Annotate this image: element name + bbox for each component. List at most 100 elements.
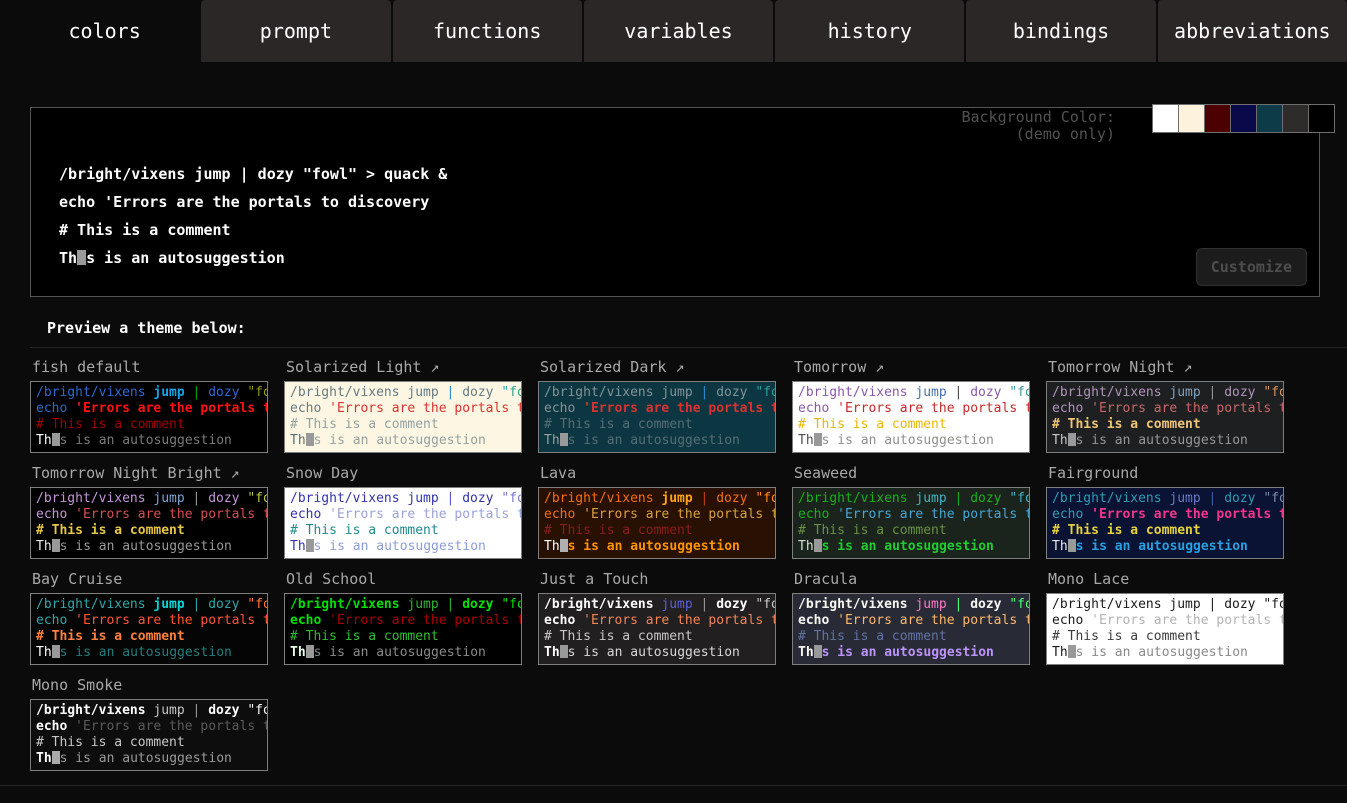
theme-preview[interactable]: /bright/vixens jump | dozy "fowl" > quac… [1046,593,1284,665]
customize-button[interactable]: Customize [1196,248,1307,286]
demo-line-quote: echo 'Errors are the portals to discover… [59,188,1319,216]
theme-title: Lava [540,464,776,482]
preview-line: echo 'Errors are the portals to discover… [1052,507,1278,523]
theme-card-tomorrow-night[interactable]: Tomorrow Night ↗ /bright/vixens jump | do… [1046,358,1284,453]
theme-title: Mono Smoke [32,676,268,694]
preview-line: # This is a comment [1052,629,1278,645]
preview-line: /bright/vixens jump | dozy "fowl" > quac… [798,597,1024,613]
theme-card-fairground[interactable]: Fairground/bright/vixens jump | dozy "fo… [1046,464,1284,559]
theme-title: Just a Touch [540,570,776,588]
bg-swatch-6[interactable] [1308,104,1335,133]
theme-card-mono-smoke[interactable]: Mono Smoke/bright/vixens jump | dozy "fo… [30,676,268,771]
tab-bindings[interactable]: bindings [966,0,1155,62]
preview-line: echo 'Errors are the portals to discover… [798,401,1024,417]
theme-card-old-school[interactable]: Old School/bright/vixens jump | dozy "fo… [284,570,522,665]
cursor-block [306,433,314,446]
theme-card-snow-day[interactable]: Snow Day/bright/vixens jump | dozy "fowl… [284,464,522,559]
theme-title: Mono Lace [1048,570,1284,588]
theme-preview[interactable]: /bright/vixens jump | dozy "fowl" > quac… [792,593,1030,665]
theme-title[interactable]: Solarized Light ↗ [286,358,522,376]
preview-line: Ths is an autosuggestion [290,433,516,449]
preview-line: Ths is an autosuggestion [290,645,516,661]
bg-swatch-0[interactable] [1152,104,1179,133]
theme-preview[interactable]: /bright/vixens jump | dozy "fowl" > quac… [284,381,522,453]
preview-line: # This is a comment [290,417,516,433]
bg-swatch-5[interactable] [1282,104,1309,133]
preview-heading: Preview a theme below: [47,319,1347,337]
bg-swatch-3[interactable] [1230,104,1257,133]
theme-preview[interactable]: /bright/vixens jump | dozy "fowl" > quac… [538,593,776,665]
theme-preview[interactable]: /bright/vixens jump | dozy "fowl" > quac… [284,487,522,559]
theme-card-just-a-touch[interactable]: Just a Touch/bright/vixens jump | dozy "… [538,570,776,665]
preview-line: # This is a comment [36,523,262,539]
background-color-label: Background Color: (demo only) [961,109,1115,143]
bg-swatch-1[interactable] [1178,104,1205,133]
theme-title[interactable]: Tomorrow ↗ [794,358,1030,376]
preview-line: Ths is an autosuggestion [798,539,1024,555]
theme-preview[interactable]: /bright/vixens jump | dozy "fowl" > quac… [792,381,1030,453]
preview-line: # This is a comment [544,523,770,539]
preview-line: echo 'Errors are the portals to discover… [1052,401,1278,417]
theme-preview[interactable]: /bright/vixens jump | dozy "fowl" > quac… [30,699,268,771]
theme-card-solarized-light[interactable]: Solarized Light ↗ /bright/vixens jump | d… [284,358,522,453]
theme-preview[interactable]: /bright/vixens jump | dozy "fowl" > quac… [792,487,1030,559]
theme-card-dracula[interactable]: Dracula/bright/vixens jump | dozy "fowl"… [792,570,1030,665]
tab-colors[interactable]: colors [10,0,199,62]
preview-line: echo 'Errors are the portals to discover… [290,401,516,417]
theme-title[interactable]: Tomorrow Night ↗ [1048,358,1284,376]
preview-line: echo 'Errors are the portals to discover… [544,613,770,629]
theme-preview[interactable]: /bright/vixens jump | dozy "fowl" > quac… [30,381,268,453]
theme-preview[interactable]: /bright/vixens jump | dozy "fowl" > quac… [1046,487,1284,559]
demo-line-autosuggestion: Ths is an autosuggestion [59,244,1319,272]
preview-line: /bright/vixens jump | dozy "fowl" > quac… [290,385,516,401]
cursor-block [814,433,822,446]
theme-card-solarized-dark[interactable]: Solarized Dark ↗ /bright/vixens jump | do… [538,358,776,453]
preview-line: Ths is an autosuggestion [1052,539,1278,555]
preview-line: echo 'Errors are the portals to discover… [544,507,770,523]
background-swatches [1153,104,1335,133]
theme-card-bay-cruise[interactable]: Bay Cruise/bright/vixens jump | dozy "fo… [30,570,268,665]
preview-line: # This is a comment [290,523,516,539]
theme-preview[interactable]: /bright/vixens jump | dozy "fowl" > quac… [1046,381,1284,453]
tab-functions[interactable]: functions [393,0,582,62]
tab-prompt[interactable]: prompt [201,0,390,62]
theme-card-seaweed[interactable]: Seaweed/bright/vixens jump | dozy "fowl"… [792,464,1030,559]
theme-preview[interactable]: /bright/vixens jump | dozy "fowl" > quac… [30,593,268,665]
cursor-block [814,539,822,552]
preview-line: # This is a comment [290,629,516,645]
cursor-block [52,645,60,658]
tab-variables[interactable]: variables [584,0,773,62]
cursor-block [560,433,568,446]
preview-line: echo 'Errors are the portals to discover… [36,719,262,735]
theme-preview[interactable]: /bright/vixens jump | dozy "fowl" > quac… [30,487,268,559]
theme-card-fish-default[interactable]: fish default/bright/vixens jump | dozy "… [30,358,268,453]
tab-history[interactable]: history [775,0,964,62]
background-color-label-line1: Background Color: [961,109,1115,126]
autosuggestion-suffix: s is an autosuggestion [86,249,285,267]
theme-card-mono-lace[interactable]: Mono Lace/bright/vixens jump | dozy "fow… [1046,570,1284,665]
theme-card-tomorrow[interactable]: Tomorrow ↗ /bright/vixens jump | dozy "fo… [792,358,1030,453]
preview-line: /bright/vixens jump | dozy "fowl" > quac… [1052,385,1278,401]
theme-title[interactable]: Tomorrow Night Bright ↗ [32,464,268,482]
preview-line: echo 'Errors are the portals to discover… [1052,613,1278,629]
preview-line: /bright/vixens jump | dozy "fowl" > quac… [544,385,770,401]
preview-line: /bright/vixens jump | dozy "fowl" > quac… [36,491,262,507]
theme-title: Dracula [794,570,1030,588]
cursor-block [1068,645,1076,658]
preview-line: Ths is an autosuggestion [36,751,262,767]
preview-line: /bright/vixens jump | dozy "fowl" > quac… [544,491,770,507]
theme-preview[interactable]: /bright/vixens jump | dozy "fowl" > quac… [538,487,776,559]
preview-line: Ths is an autosuggestion [544,645,770,661]
theme-card-tomorrow-night-bright[interactable]: Tomorrow Night Bright ↗ /bright/vixens ju… [30,464,268,559]
preview-line: echo 'Errors are the portals to discover… [290,613,516,629]
theme-title[interactable]: Solarized Dark ↗ [540,358,776,376]
preview-line: echo 'Errors are the portals to discover… [290,507,516,523]
theme-preview[interactable]: /bright/vixens jump | dozy "fowl" > quac… [538,381,776,453]
theme-title: Snow Day [286,464,522,482]
theme-preview[interactable]: /bright/vixens jump | dozy "fowl" > quac… [284,593,522,665]
cursor-block [306,539,314,552]
bg-swatch-4[interactable] [1256,104,1283,133]
theme-card-lava[interactable]: Lava/bright/vixens jump | dozy "fowl" > … [538,464,776,559]
tab-abbreviations[interactable]: abbreviations [1158,0,1347,62]
bg-swatch-2[interactable] [1204,104,1231,133]
